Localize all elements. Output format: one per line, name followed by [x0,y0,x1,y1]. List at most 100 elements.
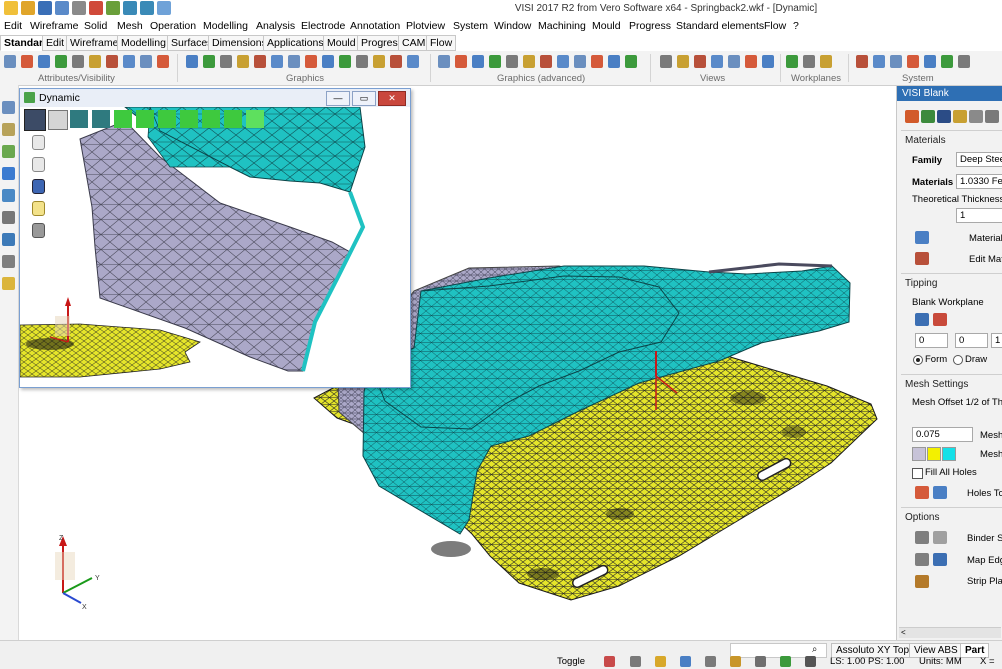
cube-top-icon[interactable] [136,110,154,128]
tab-wireframe[interactable]: Wireframe [66,35,123,51]
cube-solid-icon[interactable] [246,110,264,128]
ribbon-tool-icon[interactable] [72,55,84,68]
tab-edit[interactable]: Edit [42,35,69,51]
mesh-color-cyan-swatch[interactable] [942,447,956,461]
cube-left-icon[interactable] [180,110,198,128]
coord-x-input[interactable]: 0 [915,333,948,348]
ribbon-tool-icon[interactable] [123,55,135,68]
view-icon[interactable] [48,110,68,130]
chart-icon[interactable] [985,110,999,123]
panel-scrollbar[interactable]: < [899,627,1001,638]
workplane-align-icon[interactable] [933,313,947,326]
page-icon[interactable] [755,656,766,667]
ribbon-tool-icon[interactable] [745,55,757,68]
ribbon-tool-icon[interactable] [728,55,740,68]
edit-material-button[interactable]: Edit Mat [969,254,1002,265]
ribbon-tool-icon[interactable] [89,55,101,68]
menu-mesh[interactable]: Mesh [117,20,143,32]
tab-flow[interactable]: Flow [426,35,457,51]
menu-icon[interactable] [24,109,46,131]
ribbon-tool-icon[interactable] [356,55,368,68]
ribbon-tool-icon[interactable] [625,55,637,68]
holes-tool-icon[interactable] [915,486,929,499]
close-button[interactable]: ✕ [378,91,406,106]
ribbon-tool-icon[interactable] [660,55,672,68]
form-radio[interactable] [913,355,923,365]
fill-all-holes-checkbox[interactable] [912,468,923,479]
menu-analysis[interactable]: Analysis [256,20,295,32]
coord-y-input[interactable]: 0 [955,333,988,348]
holes-edit-icon[interactable] [933,486,947,499]
ribbon-tool-icon[interactable] [322,55,334,68]
ribbon-tool-icon[interactable] [803,55,815,68]
ribbon-tool-icon[interactable] [958,55,970,68]
ribbon-tool-icon[interactable] [694,55,706,68]
ribbon-tool-icon[interactable] [472,55,484,68]
ribbon-tool-icon[interactable] [941,55,953,68]
menu-annotation[interactable]: Annotation [350,20,400,32]
menu-operation[interactable]: Operation [150,20,196,32]
menu-progress[interactable]: Progress [629,20,671,32]
ribbon-tool-icon[interactable] [407,55,419,68]
menu-machining[interactable]: Machining [538,20,586,32]
menu-wireframe[interactable]: Wireframe [30,20,78,32]
refresh-icon[interactable] [780,656,791,667]
menu-flow[interactable]: Flow [764,20,786,32]
lock-icon[interactable] [805,656,816,667]
ribbon-tool-icon[interactable] [157,55,169,68]
coord-z-input[interactable]: 1 [991,333,1002,348]
pen-tool-icon[interactable] [2,123,15,136]
layer-icon[interactable] [705,656,716,667]
materials-select[interactable]: 1.0330 FeP [956,174,1002,189]
cylinder-icon[interactable] [32,135,45,150]
workplane-icon[interactable] [915,313,929,326]
ribbon-tool-icon[interactable] [237,55,249,68]
tab-applications[interactable]: Applications [263,35,328,51]
cube-back-icon[interactable] [202,110,220,128]
family-select[interactable]: Deep Steel [956,152,1002,167]
ribbon-tool-icon[interactable] [924,55,936,68]
grid-icon[interactable] [630,656,641,667]
menu-modelling[interactable]: Modelling [203,20,248,32]
box-icon[interactable] [730,656,741,667]
check-tool-icon[interactable] [2,145,15,158]
tab-dimensions[interactable]: Dimensions [208,35,271,51]
ribbon-tool-icon[interactable] [254,55,266,68]
ribbon-tool-icon[interactable] [523,55,535,68]
ribbon-tool-icon[interactable] [186,55,198,68]
ribbon-tool-icon[interactable] [220,55,232,68]
ribbon-tool-icon[interactable] [677,55,689,68]
cube-right-icon[interactable] [158,110,176,128]
filter-tool-icon[interactable] [2,277,15,290]
menu-solid[interactable]: Solid [84,20,107,32]
ribbon-tool-icon[interactable] [106,55,118,68]
thickness-input[interactable]: 1 [956,208,1002,223]
measure-tool-icon[interactable] [2,233,15,246]
ribbon-tool-icon[interactable] [506,55,518,68]
ribbon-tool-icon[interactable] [762,55,774,68]
family-icon[interactable] [937,110,951,123]
menu-plotview[interactable]: Plotview [406,20,445,32]
menu-help[interactable]: ? [793,20,799,32]
ribbon-tool-icon[interactable] [856,55,868,68]
ribbon-tool-icon[interactable] [390,55,402,68]
ribbon-tool-icon[interactable] [4,55,16,68]
binder-icon[interactable] [915,531,929,544]
tab-mould[interactable]: Mould [323,35,360,51]
ribbon-tool-icon[interactable] [438,55,450,68]
restore-button[interactable]: ▭ [352,91,376,106]
menu-edit[interactable]: Edit [4,20,22,32]
ribbon-tool-icon[interactable] [574,55,586,68]
dynamic-window-titlebar[interactable]: Dynamic — ▭ ✕ [20,89,410,107]
ribbon-tool-icon[interactable] [873,55,885,68]
cylinder-selected-icon[interactable] [32,201,45,216]
ribbon-tool-icon[interactable] [288,55,300,68]
cylinder-blue-icon[interactable] [32,179,45,194]
material-button[interactable]: Material [969,233,1002,244]
cube-iso-icon[interactable] [224,110,242,128]
mesh-color-yellow-swatch[interactable] [927,447,941,461]
ribbon-tool-icon[interactable] [305,55,317,68]
ribbon-tool-icon[interactable] [38,55,50,68]
map-edge-icon[interactable] [915,553,929,566]
settings-tool-icon[interactable] [2,211,15,224]
